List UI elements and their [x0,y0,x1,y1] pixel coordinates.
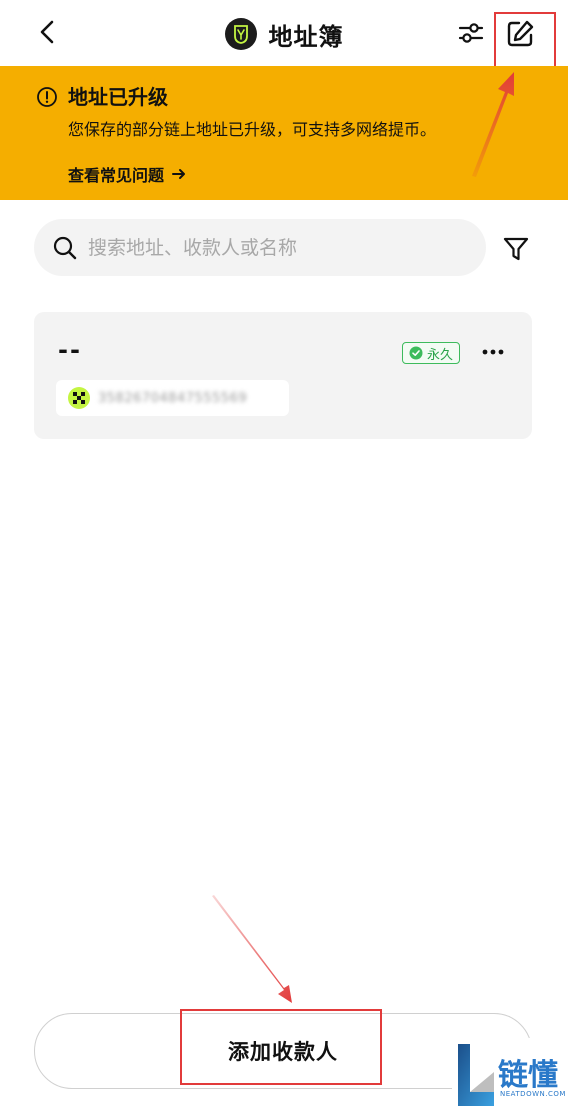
upgrade-notice-banner: 地址已升级 您保存的部分链上地址已升级，可支持多网络提币。 查看常见问题 [0,66,568,200]
more-options-button[interactable] [480,342,506,362]
edit-highlight-box [494,12,556,70]
badge-label: 永久 [427,347,454,363]
page-title: 地址簿 [268,22,344,51]
address-row: 35826704847555569 [56,380,289,416]
filter-icon [503,237,529,261]
more-horizontal-icon [482,349,504,355]
payee-name: -- [58,336,82,364]
search-icon [53,236,77,259]
banner-title: 地址已升级 [68,85,168,109]
faq-link-label: 查看常见问题 [68,166,165,185]
faq-link[interactable]: 查看常见问题 [68,162,186,186]
banner-description: 您保存的部分链上地址已升级，可支持多网络提币。 [68,120,437,139]
top-nav-bar: 地址簿 [0,0,568,66]
add-button-highlight-box [180,1009,382,1085]
verified-check-icon [409,346,423,360]
settings-button[interactable] [454,16,488,50]
watermark-brand: 链懂 [498,1058,558,1093]
sliders-icon [458,23,484,43]
search-bar[interactable] [34,219,486,276]
wallet-address: 35826704847555569 [98,390,248,406]
arrow-right-icon [172,169,186,179]
permanent-badge: 永久 [402,342,461,364]
search-input[interactable] [88,236,448,259]
watermark: 链懂 NEATDOWN.COM [452,1038,568,1110]
address-card[interactable]: -- 永久 35826704847555569 [34,312,532,439]
network-icon [68,387,90,409]
wallet-logo-icon [224,18,257,50]
watermark-domain: NEATDOWN.COM [500,1090,566,1098]
info-icon [37,87,57,107]
filter-button[interactable] [499,232,533,266]
brand-logo-icon [458,1044,494,1106]
arrow-to-add [212,895,292,1003]
